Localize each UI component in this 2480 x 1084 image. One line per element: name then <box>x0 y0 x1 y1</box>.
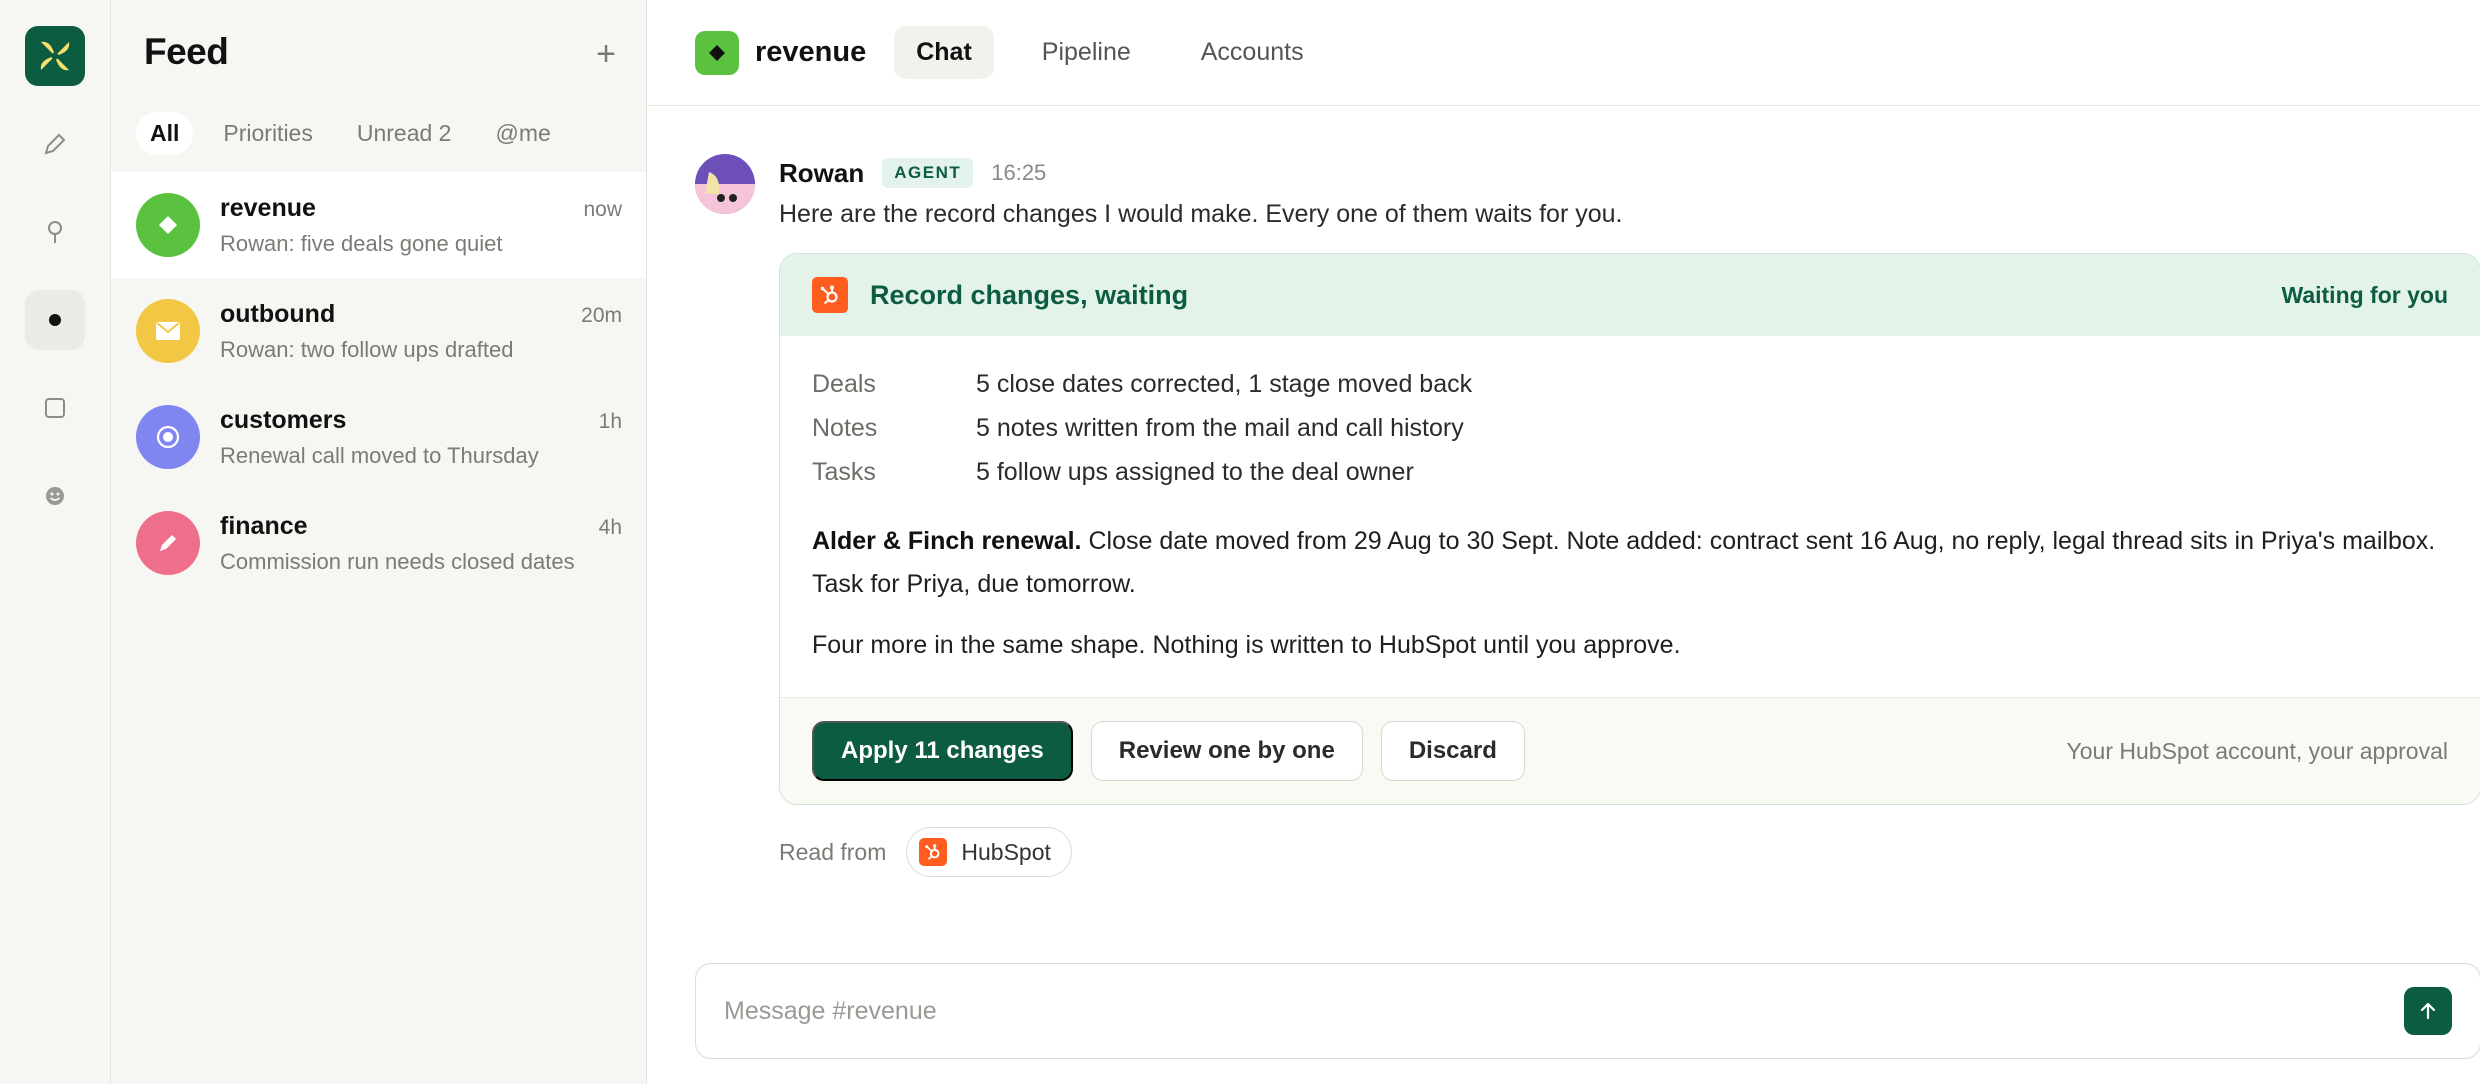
profile-icon[interactable] <box>25 466 85 526</box>
conversation-name: finance <box>220 511 308 540</box>
message-input[interactable] <box>724 996 2404 1026</box>
app-root: Feed + All Priorities Unread 2 @me reven… <box>0 0 2480 1084</box>
conversation-top: revenue now <box>220 194 622 223</box>
inbox-icon[interactable] <box>25 378 85 438</box>
conversation-name: outbound <box>220 299 336 328</box>
filter-all[interactable]: All <box>136 111 194 155</box>
conversation-time: 20m <box>581 303 622 327</box>
message-composer <box>695 963 2480 1059</box>
message-text: Here are the record changes I would make… <box>779 200 1623 228</box>
summary-row-notes: Notes 5 notes written from the mail and … <box>812 406 2448 450</box>
compose-icon[interactable] <box>25 114 85 174</box>
diamond-icon <box>695 30 739 75</box>
conversation-time: now <box>583 197 622 221</box>
card-status: Waiting for you <box>2281 281 2448 308</box>
icon-rail <box>0 0 111 1084</box>
conversation-customers[interactable]: customers 1h Renewal call moved to Thurs… <box>111 384 646 490</box>
summary-key: Notes <box>812 414 878 442</box>
source-name: HubSpot <box>961 838 1051 865</box>
card-body: Deals 5 close dates corrected, 1 stage m… <box>780 336 2480 697</box>
change-summary-note: Four more in the same shape. Nothing is … <box>812 631 1681 659</box>
change-detail: Alder & Finch renewal. Close date moved … <box>812 520 2448 606</box>
card-actions: Apply 11 changes Review one by one Disca… <box>812 721 1543 781</box>
conversation-top: outbound 20m <box>220 300 622 329</box>
conversation-name: customers <box>220 405 347 434</box>
summary-value: 5 follow ups assigned to the deal owner <box>976 458 1414 486</box>
card-footer: Apply 11 changes Review one by one Disca… <box>780 697 2480 804</box>
arrow-up-icon <box>2420 1002 2436 1020</box>
summary-value: 5 close dates corrected, 1 stage moved b… <box>976 370 1473 398</box>
detail-lead: Alder & Finch renewal. <box>812 527 1082 555</box>
source-chip-hubspot[interactable]: HubSpot <box>906 827 1072 877</box>
envelope-icon <box>136 299 200 363</box>
feed-sidebar: Feed + All Priorities Unread 2 @me reven… <box>111 0 647 1084</box>
tab-accounts[interactable]: Accounts <box>1179 26 1326 79</box>
app-logo-icon[interactable] <box>25 26 85 86</box>
apply-changes-button[interactable]: Apply 11 changes <box>812 721 1073 781</box>
main-panel: revenue Chat Pipeline Accounts Rowan AGE… <box>647 0 2480 1084</box>
card-header-left: Record changes, waiting <box>812 277 1188 313</box>
conversation-top: finance 4h <box>220 512 622 541</box>
conversation-body: revenue now Rowan: five deals gone quiet <box>220 194 622 257</box>
message-content: Rowan AGENT 16:25 Here are the record ch… <box>779 154 2480 877</box>
conversation-body: outbound 20m Rowan: two follow ups draft… <box>220 300 622 363</box>
card-title: Record changes, waiting <box>870 279 1189 310</box>
source-row: Read from HubSpot <box>779 827 2480 877</box>
agent-message: Rowan AGENT 16:25 Here are the record ch… <box>695 154 2480 877</box>
record-changes-card: Record changes, waiting Waiting for you … <box>779 253 2480 805</box>
message-header: Rowan AGENT 16:25 <box>779 154 2480 192</box>
feed-icon[interactable] <box>25 290 85 350</box>
conversation-preview: Rowan: two follow ups drafted <box>220 336 514 362</box>
filter-mentions[interactable]: @me <box>481 112 564 155</box>
approval-note: Your HubSpot account, your approval <box>2066 737 2448 764</box>
message-author[interactable]: Rowan <box>779 158 864 189</box>
conversation-preview: Commission run needs closed dates <box>220 548 575 574</box>
feed-filters: All Priorities Unread 2 @me <box>111 110 646 156</box>
new-conversation-button[interactable]: + <box>596 35 616 74</box>
hubspot-icon <box>919 838 948 866</box>
filter-unread[interactable]: Unread 2 <box>343 112 466 155</box>
tab-pipeline[interactable]: Pipeline <box>1020 26 1153 79</box>
summary-key: Tasks <box>812 458 876 486</box>
conversation-preview: Rowan: five deals gone quiet <box>220 230 503 256</box>
pencil-icon <box>136 511 200 575</box>
conversation-finance[interactable]: finance 4h Commission run needs closed d… <box>111 490 646 596</box>
conversation-body: customers 1h Renewal call moved to Thurs… <box>220 406 622 469</box>
card-header: Record changes, waiting Waiting for you <box>780 254 2480 336</box>
channel-name: revenue <box>755 36 867 68</box>
filter-priorities[interactable]: Priorities <box>209 112 326 155</box>
conversation-time: 4h <box>598 515 622 539</box>
conversation-preview: Renewal call moved to Thursday <box>220 442 539 468</box>
conversation-outbound[interactable]: outbound 20m Rowan: two follow ups draft… <box>111 278 646 384</box>
conversation-name: revenue <box>220 193 316 222</box>
tab-chat[interactable]: Chat <box>894 26 994 79</box>
conversation-list: revenue now Rowan: five deals gone quiet… <box>111 172 646 596</box>
message-time: 16:25 <box>991 160 1047 185</box>
feed-title: Feed <box>144 31 229 72</box>
channel-topbar: revenue Chat Pipeline Accounts <box>647 0 2480 106</box>
search-icon[interactable] <box>25 202 85 262</box>
conversation-revenue[interactable]: revenue now Rowan: five deals gone quiet <box>111 172 646 278</box>
feed-header: Feed + <box>111 0 646 110</box>
source-label: Read from <box>779 838 887 865</box>
diamond-icon <box>136 193 200 257</box>
conversation-time: 1h <box>598 409 622 433</box>
review-one-by-one-button[interactable]: Review one by one <box>1090 721 1363 781</box>
send-button[interactable] <box>2404 987 2452 1035</box>
conversation-body: finance 4h Commission run needs closed d… <box>220 512 622 575</box>
hubspot-icon <box>812 277 848 313</box>
avatar[interactable] <box>695 154 755 214</box>
target-icon <box>136 405 200 469</box>
summary-key: Deals <box>812 370 876 398</box>
summary-row-deals: Deals 5 close dates corrected, 1 stage m… <box>812 362 2448 406</box>
summary-row-tasks: Tasks 5 follow ups assigned to the deal … <box>812 450 2448 494</box>
discard-button[interactable]: Discard <box>1380 721 1525 781</box>
agent-badge: AGENT <box>882 158 974 188</box>
conversation-top: customers 1h <box>220 406 622 435</box>
summary-value: 5 notes written from the mail and call h… <box>976 414 1464 442</box>
